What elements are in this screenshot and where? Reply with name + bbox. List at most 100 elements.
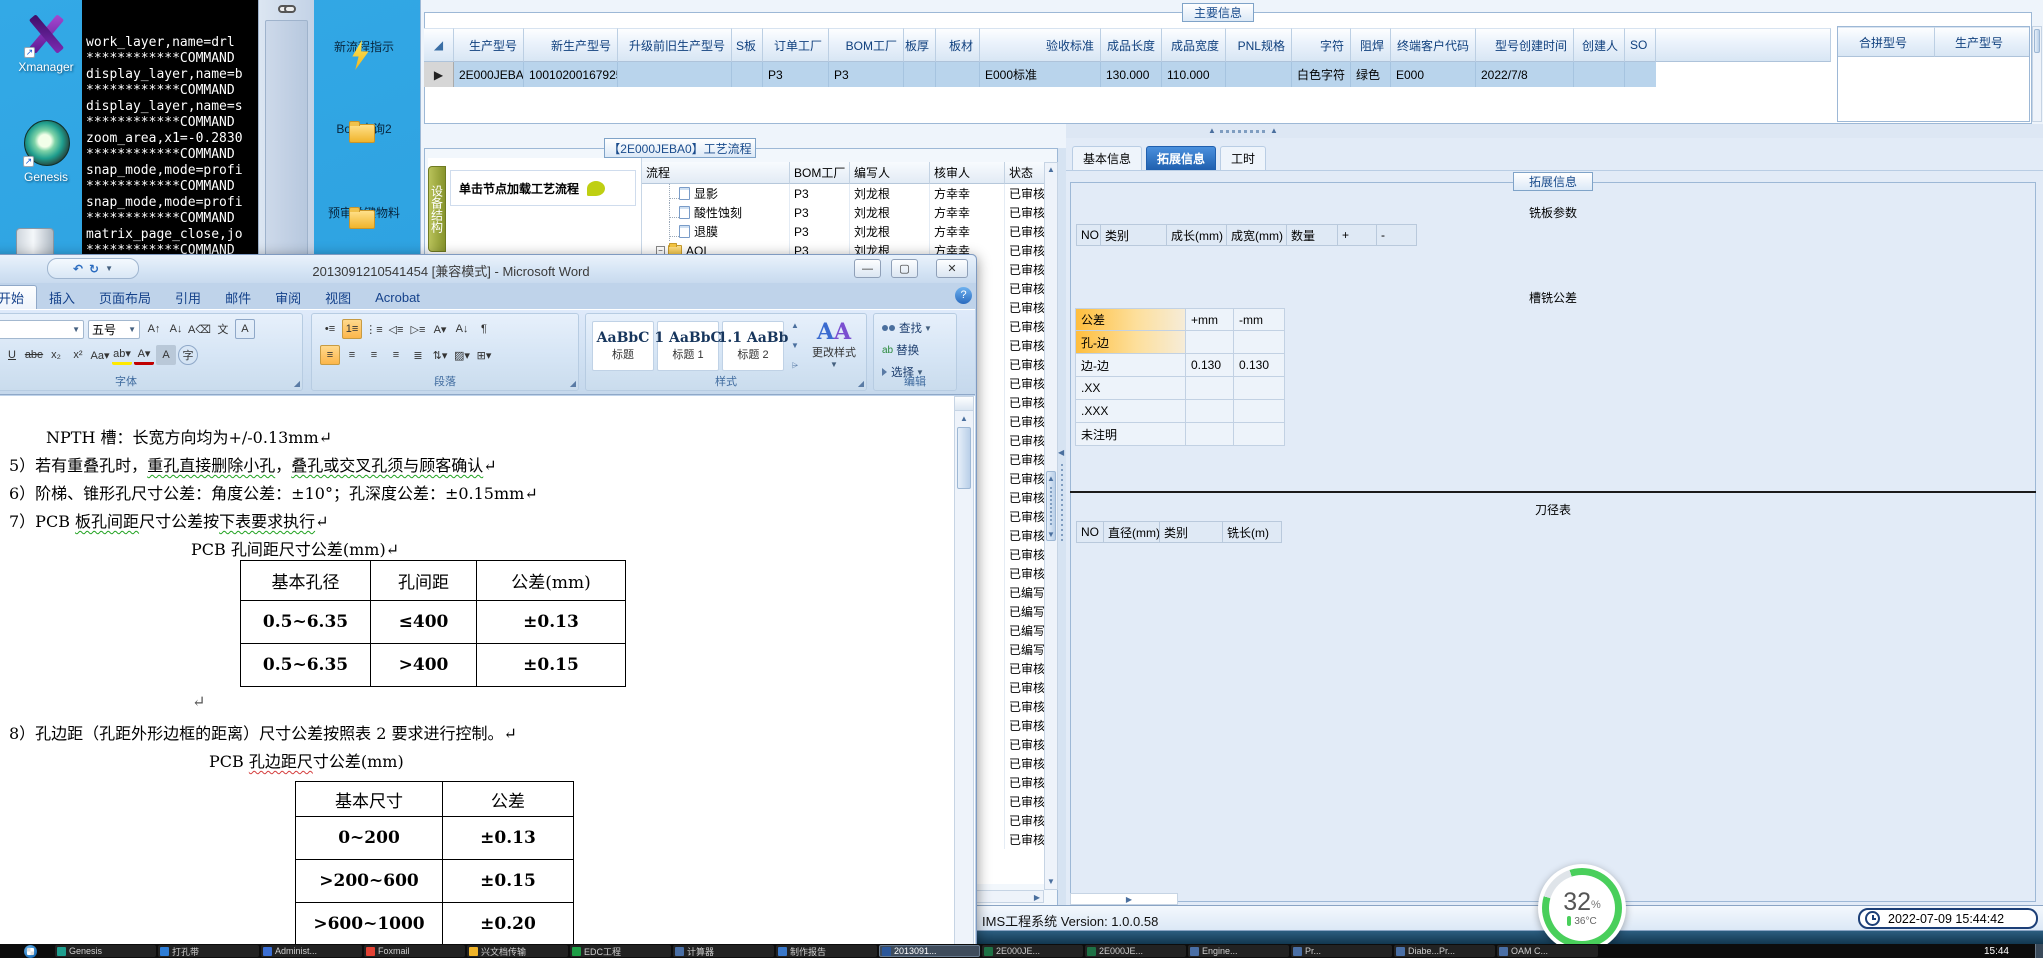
align-right-button[interactable]: ≡ — [364, 345, 384, 365]
right-panel-tab[interactable]: 工时 — [1220, 146, 1267, 170]
flow-v-scrollbar[interactable]: ▲ ▲ ▼ ▼ — [1044, 162, 1058, 890]
col-header[interactable]: 生产型号 — [454, 28, 524, 62]
align-center-button[interactable]: ≡ — [342, 345, 362, 365]
multilevel-list-button[interactable]: ⋮≡ — [364, 319, 384, 339]
doc-scrollbar[interactable]: ▲ — [954, 396, 974, 954]
ribbon-tab[interactable]: 审阅 — [263, 285, 313, 309]
flow-col-header[interactable]: 核审人 — [930, 162, 1005, 184]
taskbar-item[interactable]: Foxmail — [364, 945, 465, 957]
flow-row[interactable]: 酸性蚀刻 P3 刘龙根 方幸幸 已审核 — [642, 203, 1044, 222]
minimize-button[interactable]: — — [854, 259, 881, 278]
col-header[interactable]: 型号创建时间 — [1476, 28, 1574, 62]
console-scrollbar[interactable] — [258, 0, 314, 258]
bullets-button[interactable]: •≡ — [320, 319, 340, 339]
change-case-button[interactable]: Aa▾ — [90, 345, 110, 365]
merge-col-header[interactable]: 生产型号 — [1935, 27, 2029, 57]
main-table-scrollbar[interactable] — [2032, 26, 2042, 122]
style-card[interactable]: 1.1 AaBb 标题 2 — [718, 321, 788, 371]
start-button[interactable] — [24, 944, 37, 958]
subscript-button[interactable]: x₂ — [46, 345, 66, 365]
flow-col-header[interactable]: 编写人 — [850, 162, 930, 184]
system-usage-gauge[interactable]: 32 % 36°C — [1538, 864, 1626, 952]
taskbar-item[interactable]: 2E000JE... — [982, 945, 1083, 957]
ruler-toggle-button[interactable] — [955, 397, 973, 411]
ribbon-tab[interactable]: 视图 — [313, 285, 363, 309]
tol-row[interactable]: 边-边 0.130 0.130 — [1076, 354, 1285, 377]
ribbon-tab[interactable]: 插入 — [37, 285, 87, 309]
col-header[interactable]: 成品宽度 — [1162, 28, 1226, 62]
col-header[interactable]: 字符 — [1292, 28, 1351, 62]
mill-minus-button[interactable]: - — [1377, 224, 1417, 246]
taskbar-item[interactable]: 计算器 — [673, 945, 774, 957]
show-desktop-button[interactable] — [2035, 944, 2043, 958]
merge-col-header[interactable]: 合拼型号 — [1838, 27, 1935, 57]
taskbar-item[interactable]: Pr... — [1291, 945, 1392, 957]
desktop-icon-xmanager[interactable]: ↗ Xmanager — [14, 12, 78, 74]
line-spacing-button[interactable]: ⇅▾ — [430, 345, 450, 365]
tool-preaudit-material[interactable]: 预审关键物料 — [318, 204, 410, 259]
flow-row[interactable]: 显影 P3 刘龙根 方幸幸 已审核 — [642, 184, 1044, 203]
qat-dropdown-icon[interactable]: ▼ — [105, 264, 113, 273]
mill-plus-button[interactable]: + — [1338, 224, 1377, 246]
col-header[interactable]: 订单工厂 — [763, 28, 829, 62]
col-header[interactable]: 板厚 — [904, 28, 936, 62]
col-header[interactable]: 创建人 — [1574, 28, 1625, 62]
col-header[interactable]: 阻焊 — [1351, 28, 1391, 62]
change-styles-button[interactable]: AA 更改样式 ▼ — [806, 320, 862, 369]
shrink-font-button[interactable]: A↓ — [166, 319, 186, 339]
strikethrough-button[interactable]: abe — [24, 345, 44, 365]
taskbar-item[interactable]: 制作报告 — [776, 945, 877, 957]
console-scroll-thumb[interactable] — [265, 20, 308, 256]
grow-font-button[interactable]: A↑ — [144, 319, 164, 339]
redo-icon[interactable]: ↻ — [89, 262, 99, 276]
close-button[interactable]: ✕ — [936, 259, 968, 278]
ribbon-tab[interactable]: 邮件 — [213, 285, 263, 309]
col-header[interactable]: 新生产型号 — [524, 28, 618, 62]
taskbar-item[interactable]: EDC工程 — [570, 945, 671, 957]
taskbar-item[interactable]: Diabe...Pr... — [1394, 945, 1495, 957]
col-header[interactable]: S板 — [732, 28, 763, 62]
tab-device-structure[interactable]: 设备结构 — [428, 166, 446, 252]
taskbar-item[interactable]: Genesis — [55, 945, 156, 957]
ribbon-tab[interactable]: 页面布局 — [87, 285, 163, 309]
desktop-icon-genesis[interactable]: ↗ Genesis — [10, 120, 82, 184]
enclose-char-button[interactable]: 字 — [178, 345, 198, 365]
col-header[interactable]: 升级前旧生产型号 — [618, 28, 732, 62]
tol-row[interactable]: .XX — [1076, 377, 1285, 400]
main-table-row[interactable]: ▶ 2E000JEBA0 10010200167925 P3 P3 E000标准… — [424, 62, 1656, 87]
col-header[interactable]: 板材 — [936, 28, 980, 62]
show-marks-button[interactable]: ¶ — [474, 319, 494, 339]
right-panel-splitter[interactable]: ▲ ▲ — [1066, 124, 2043, 138]
taskbar-item[interactable]: 2013091... — [879, 945, 980, 957]
word-titlebar[interactable]: ↶ ↻ ▼ 2013091210541454 [兼容模式] - Microsof… — [0, 255, 976, 283]
replace-button[interactable]: ab 替换 — [882, 342, 919, 358]
tool-new-flow[interactable]: 新流程指示 — [318, 38, 410, 90]
doc-scroll-thumb[interactable] — [957, 427, 971, 489]
underline-button[interactable]: U — [2, 345, 22, 365]
col-header[interactable]: SO — [1625, 28, 1656, 62]
panel-splitter[interactable]: ◀ — [1058, 148, 1066, 906]
numbering-button[interactable]: 1≡ — [342, 319, 362, 339]
taskbar-item[interactable]: 兴文档传输 — [467, 945, 568, 957]
superscript-button[interactable]: x² — [68, 345, 88, 365]
decrease-indent-button[interactable]: ◁≡ — [386, 319, 406, 339]
style-card[interactable]: 1 AaBbC 标题 1 — [654, 321, 722, 371]
flow-col-header[interactable]: 状态▲ — [1005, 162, 1044, 184]
right-panel-tab[interactable]: 基本信息 — [1072, 146, 1143, 170]
clear-format-button[interactable]: A⌫ — [188, 319, 211, 339]
paragraph-dialog-launcher-icon[interactable]: ◢ — [570, 379, 576, 388]
char-border-button[interactable]: A — [234, 319, 255, 339]
taskbar-clock[interactable]: 15:44 — [1984, 946, 2009, 957]
increase-indent-button[interactable]: ▷≡ — [408, 319, 428, 339]
col-header[interactable]: 成品长度 — [1101, 28, 1162, 62]
highlight-button[interactable]: ab▾ — [112, 345, 132, 365]
right-panel-h-scrollbar[interactable]: ▶ — [1070, 893, 1178, 905]
shading-button[interactable]: ▨▾ — [452, 345, 472, 365]
find-button[interactable]: 查找 ▼ — [882, 320, 932, 336]
document-area[interactable]: NPTH 槽：长宽方向均为+/-0.13mm↵ 5）若有重叠孔时，重孔直接删除小… — [0, 396, 975, 954]
ribbon-tab[interactable]: Acrobat — [363, 285, 432, 309]
taskbar-item[interactable]: Administ... — [261, 945, 362, 957]
justify-button[interactable]: ≡ — [386, 345, 406, 365]
char-shading-button[interactable]: A — [156, 345, 176, 365]
taskbar-item[interactable]: Engine... — [1188, 945, 1289, 957]
